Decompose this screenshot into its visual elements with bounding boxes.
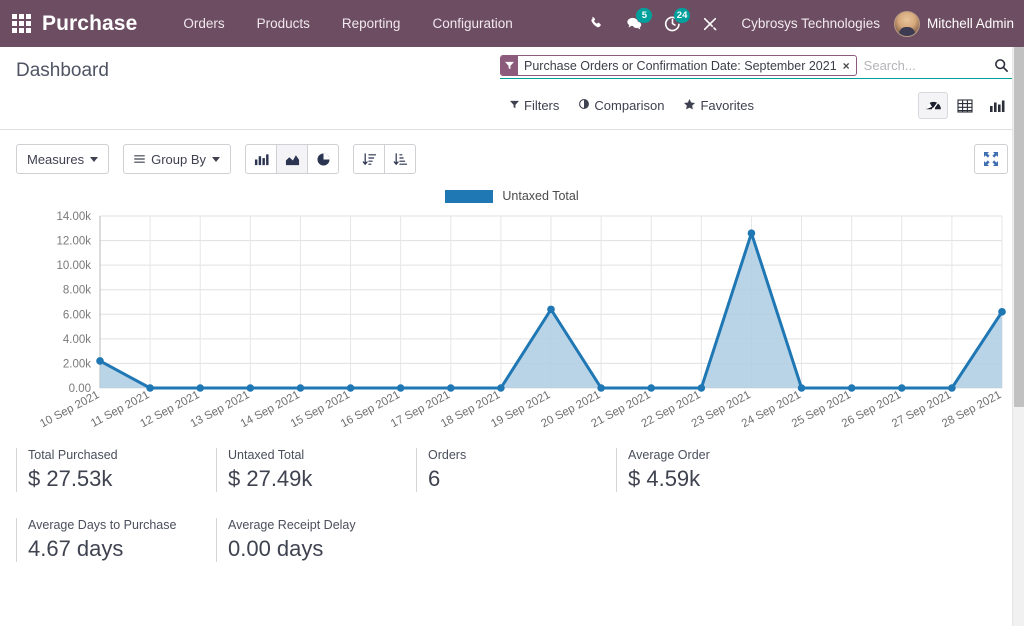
search-facet-label: Purchase Orders or Confirmation Date: Se…: [518, 56, 842, 75]
kpi-value: 6: [428, 466, 602, 492]
kpi-value: 4.67 days: [28, 536, 202, 562]
area-chart-button[interactable]: [276, 144, 308, 174]
chart-legend[interactable]: Untaxed Total: [16, 184, 1008, 208]
navbar-right-group: 5 24 Cybrosys Technologies Mitchell Admi…: [577, 7, 1014, 41]
contrast-circle-icon: [579, 99, 589, 112]
search-dropdown-menus: Filters Comparison Favorites: [500, 98, 754, 113]
filters-menu-label: Filters: [524, 98, 559, 113]
kpi-average-receipt-delay: Average Receipt Delay 0.00 days: [216, 518, 416, 562]
svg-text:8.00k: 8.00k: [63, 285, 91, 297]
search-row: Purchase Orders or Confirmation Date: Se…: [500, 55, 1012, 79]
view-switcher: [918, 92, 1012, 119]
expand-button[interactable]: [974, 144, 1008, 174]
kpi-row-2: Average Days to Purchase 4.67 days Avera…: [16, 518, 1008, 562]
kpi-total-purchased: Total Purchased $ 27.53k: [16, 448, 216, 492]
kpi-label: Untaxed Total: [228, 448, 402, 462]
pie-chart-button[interactable]: [307, 144, 339, 174]
kpi-label: Average Receipt Delay: [228, 518, 402, 532]
comparison-menu[interactable]: Comparison: [579, 98, 664, 113]
phone-icon[interactable]: [577, 7, 615, 41]
chart-canvas: 0.002.00k4.00k6.00k8.00k10.00k12.00k14.0…: [16, 208, 1012, 430]
chevron-down-icon: [90, 157, 98, 162]
activities-icon[interactable]: 24: [653, 7, 691, 41]
kpi-label: Total Purchased: [28, 448, 202, 462]
control-panel-bottom: Filters Comparison Favorites: [500, 92, 1012, 119]
kpi-label: Average Order: [628, 448, 802, 462]
menu-configuration[interactable]: Configuration: [416, 10, 528, 37]
star-icon: [684, 99, 695, 113]
kpi-label: Orders: [428, 448, 602, 462]
kpi-section: Total Purchased $ 27.53k Untaxed Total $…: [12, 434, 1012, 562]
menu-reporting[interactable]: Reporting: [326, 10, 417, 37]
control-panel: Dashboard Purchase Orders or Confirmatio…: [0, 47, 1024, 130]
measures-button-label: Measures: [27, 152, 84, 167]
svg-text:10.00k: 10.00k: [56, 260, 91, 272]
group-by-button-label: Group By: [151, 152, 206, 167]
dashboard-view-button[interactable]: [918, 92, 948, 119]
user-avatar: [894, 11, 920, 37]
remove-facet-icon[interactable]: ×: [842, 56, 856, 75]
svg-text:4.00k: 4.00k: [63, 334, 91, 346]
messages-count-badge: 5: [636, 8, 652, 23]
menu-orders[interactable]: Orders: [167, 10, 240, 37]
search-facet[interactable]: Purchase Orders or Confirmation Date: Se…: [500, 55, 857, 76]
chevron-down-icon: [212, 157, 220, 162]
filter-funnel-icon: [501, 56, 518, 75]
favorites-menu-label: Favorites: [700, 98, 753, 113]
scrollbar-thumb[interactable]: [1014, 47, 1024, 407]
menu-products[interactable]: Products: [241, 10, 326, 37]
apps-grid-icon[interactable]: [6, 9, 36, 39]
legend-swatch-untaxed-total: [445, 190, 493, 203]
svg-text:14.00k: 14.00k: [56, 211, 91, 223]
sort-group: [353, 144, 416, 174]
legend-label-untaxed-total: Untaxed Total: [502, 189, 578, 203]
activities-count-badge: 24: [674, 8, 691, 23]
filters-menu[interactable]: Filters: [510, 98, 559, 113]
top-navbar: Purchase Orders Products Reporting Confi…: [0, 0, 1024, 47]
magnifier-icon[interactable]: [990, 55, 1012, 76]
measures-button[interactable]: Measures: [16, 144, 109, 174]
kpi-value: $ 27.49k: [228, 466, 402, 492]
kpi-row-1: Total Purchased $ 27.53k Untaxed Total $…: [16, 448, 1008, 492]
search-input[interactable]: [857, 55, 990, 76]
chart-type-group: [245, 144, 339, 174]
chart-toolbar: Measures Group By: [12, 130, 1012, 184]
kpi-label: Average Days to Purchase: [28, 518, 202, 532]
dashboard-content: Measures Group By: [0, 130, 1024, 626]
filter-icon: [510, 100, 519, 112]
search-area: Purchase Orders or Confirmation Date: Se…: [500, 55, 1012, 79]
svg-text:2.00k: 2.00k: [63, 358, 91, 370]
kpi-average-days-to-purchase: Average Days to Purchase 4.67 days: [16, 518, 216, 562]
comparison-menu-label: Comparison: [594, 98, 664, 113]
group-by-button[interactable]: Group By: [123, 144, 231, 174]
area-chart[interactable]: Untaxed Total 0.002.00k4.00k6.00k8.00k10…: [16, 184, 1008, 434]
user-menu[interactable]: Mitchell Admin: [894, 11, 1014, 37]
kpi-orders: Orders 6: [416, 448, 616, 492]
user-name-label: Mitchell Admin: [927, 16, 1014, 31]
page-scrollbar[interactable]: [1012, 47, 1024, 626]
sort-descending-button[interactable]: [353, 144, 385, 174]
svg-text:6.00k: 6.00k: [63, 309, 91, 321]
bar-chart-button[interactable]: [245, 144, 277, 174]
kpi-value: 0.00 days: [228, 536, 402, 562]
favorites-menu[interactable]: Favorites: [684, 98, 753, 113]
pivot-view-button[interactable]: [950, 92, 980, 119]
sort-ascending-button[interactable]: [384, 144, 416, 174]
hamburger-lines-icon: [134, 152, 145, 167]
svg-text:12.00k: 12.00k: [56, 236, 91, 248]
company-selector[interactable]: Cybrosys Technologies: [741, 16, 880, 31]
wrench-screwdriver-icon[interactable]: [691, 7, 729, 41]
graph-view-button[interactable]: [982, 92, 1012, 119]
messages-icon[interactable]: 5: [615, 7, 653, 41]
kpi-untaxed-total: Untaxed Total $ 27.49k: [216, 448, 416, 492]
kpi-value: $ 27.53k: [28, 466, 202, 492]
kpi-average-order: Average Order $ 4.59k: [616, 448, 816, 492]
app-brand-purchase[interactable]: Purchase: [42, 12, 137, 36]
kpi-value: $ 4.59k: [628, 466, 802, 492]
